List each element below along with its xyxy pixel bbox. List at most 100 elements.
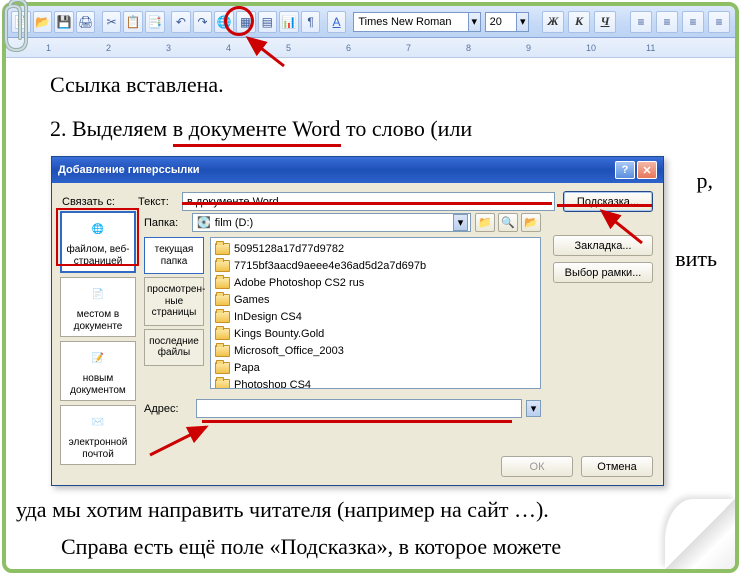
hyperlink-dialog: Добавление гиперссылки ? ✕ Связать с: Те… xyxy=(51,156,664,486)
size-selector[interactable]: 20 xyxy=(485,12,518,32)
bookmark-button[interactable]: Закладка... xyxy=(553,235,653,256)
folder-dropdown[interactable]: 💽 film (D:) ▾ xyxy=(192,213,471,232)
linkto-file-web[interactable]: 🌐 файлом, веб-страницей xyxy=(60,211,136,273)
ruler-mark: 1 xyxy=(46,43,106,53)
toolbar-btn[interactable]: 📑 xyxy=(145,11,165,33)
file-name: Games xyxy=(234,294,269,306)
toolbar-btn[interactable]: 📊 xyxy=(279,11,299,33)
address-input[interactable] xyxy=(196,399,522,418)
list-item[interactable]: Photoshop CS4 xyxy=(213,376,538,389)
ruler-mark: 10 xyxy=(586,43,646,53)
browse-file-button[interactable]: 📂 xyxy=(521,213,541,232)
help-button[interactable]: ? xyxy=(615,161,635,179)
toolbar: 📄 📂 💾 🖨 ✂ 📋 📑 ↶ ↷ 🌐 ▦ ▤ 📊 ¶ A Times New … xyxy=(6,6,735,38)
ruler-mark: 5 xyxy=(286,43,346,53)
list-item[interactable]: 5095128a17d77d9782 xyxy=(213,240,538,257)
folder-icon xyxy=(215,294,230,306)
folder-icon xyxy=(215,345,230,357)
file-name: Papa xyxy=(234,362,260,374)
address-history-drop[interactable]: ▾ xyxy=(526,400,541,417)
tab-current-folder[interactable]: текущая папка xyxy=(144,237,204,274)
linkto-label: электронной почтой xyxy=(63,437,133,460)
file-name: Microsoft_Office_2003 xyxy=(234,345,344,357)
list-item[interactable]: 7715bf3aacd9aeee4e36ad5d2a7d697b xyxy=(213,257,538,274)
folder-icon xyxy=(215,328,230,340)
list-item[interactable]: Kings Bounty.Gold xyxy=(213,325,538,342)
size-drop[interactable]: ▾ xyxy=(517,12,529,32)
display-text-input[interactable] xyxy=(182,192,555,211)
underline-button[interactable]: Ч xyxy=(594,11,616,33)
style-btn[interactable]: A xyxy=(327,11,347,33)
font-drop[interactable]: ▾ xyxy=(469,12,481,32)
annotation-underline xyxy=(202,420,512,423)
ruler-mark: 3 xyxy=(166,43,226,53)
ruler-mark: 2 xyxy=(106,43,166,53)
address-label: Адрес: xyxy=(144,403,192,415)
newdoc-icon: 📝 xyxy=(86,348,110,370)
folder-icon xyxy=(215,311,230,323)
doc-fragment: р, xyxy=(697,168,714,194)
linkto-label: Связать с: xyxy=(62,196,138,208)
screentip-button[interactable]: Подсказка... xyxy=(563,191,653,212)
bold-lbl: Ж xyxy=(548,14,559,29)
highlighted-text: в документе Word xyxy=(173,114,341,148)
italic-lbl: К xyxy=(575,14,583,29)
ok-button[interactable]: ОК xyxy=(501,456,573,477)
folder-icon xyxy=(215,277,230,289)
align-right[interactable]: ≡ xyxy=(682,11,704,33)
align-center[interactable]: ≡ xyxy=(656,11,678,33)
folder-icon xyxy=(215,260,230,272)
text-label: Текст: xyxy=(138,196,182,208)
tab-browsed-pages[interactable]: просмотрен- ные страницы xyxy=(144,277,204,326)
up-folder-button[interactable]: 📁 xyxy=(475,213,495,232)
target-frame-button[interactable]: Выбор рамки... xyxy=(553,262,653,283)
file-name: 7715bf3aacd9aeee4e36ad5d2a7d697b xyxy=(234,260,426,272)
dialog-title: Добавление гиперссылки xyxy=(58,164,613,176)
underline-lbl: Ч xyxy=(601,14,610,29)
folder-icon xyxy=(215,379,230,390)
hyperlink-button[interactable]: 🌐 xyxy=(214,11,234,33)
doc-line: Справа есть ещё поле «Подсказка», в кото… xyxy=(61,534,701,560)
list-item[interactable]: Games xyxy=(213,291,538,308)
toolbar-btn[interactable]: ¶ xyxy=(301,11,321,33)
ruler-mark: 7 xyxy=(406,43,466,53)
bold-button[interactable]: Ж xyxy=(542,11,564,33)
list-item[interactable]: Microsoft_Office_2003 xyxy=(213,342,538,359)
list-item[interactable]: Adobe Photoshop CS2 rus xyxy=(213,274,538,291)
font-name: Times New Roman xyxy=(358,16,451,28)
ruler-mark: 9 xyxy=(526,43,586,53)
dialog-titlebar[interactable]: Добавление гиперссылки ? ✕ xyxy=(52,157,663,183)
doc-line: 2. Выделяем в документе Word то слово (и… xyxy=(50,114,701,148)
paperclip-icon xyxy=(0,0,40,56)
font-selector[interactable]: Times New Roman xyxy=(353,12,469,32)
list-item[interactable]: Papa xyxy=(213,359,538,376)
browse-web-button[interactable]: 🔍 xyxy=(498,213,518,232)
toolbar-btn[interactable]: ✂ xyxy=(102,11,122,33)
toolbar-btn[interactable]: 📋 xyxy=(123,11,143,33)
toolbar-btn[interactable]: 🖨 xyxy=(76,11,96,33)
linkto-label: новым документом xyxy=(63,373,133,396)
close-button[interactable]: ✕ xyxy=(637,161,657,179)
italic-button[interactable]: К xyxy=(568,11,590,33)
file-list[interactable]: 5095128a17d77d9782 7715bf3aacd9aeee4e36a… xyxy=(210,237,541,389)
chevron-down-icon[interactable]: ▾ xyxy=(453,214,468,231)
linkto-newdoc[interactable]: 📝 новым документом xyxy=(60,341,136,401)
toolbar-btn[interactable]: ▦ xyxy=(236,11,256,33)
toolbar-btn[interactable]: ↶ xyxy=(171,11,191,33)
ruler-mark: 11 xyxy=(646,43,706,53)
cancel-button[interactable]: Отмена xyxy=(581,456,653,477)
toolbar-btn[interactable]: 💾 xyxy=(54,11,74,33)
list-item[interactable]: InDesign CS4 xyxy=(213,308,538,325)
align-justify[interactable]: ≡ xyxy=(708,11,730,33)
toolbar-btn[interactable]: ▤ xyxy=(258,11,278,33)
document-body[interactable]: Ссылка вставлена. 2. Выделяем в документ… xyxy=(6,58,735,147)
file-name: Adobe Photoshop CS2 rus xyxy=(234,277,364,289)
linkto-place[interactable]: 📄 местом в документе xyxy=(60,277,136,337)
align-left[interactable]: ≡ xyxy=(630,11,652,33)
linkto-email[interactable]: ✉️ электронной почтой xyxy=(60,405,136,465)
tab-recent-files[interactable]: последние файлы xyxy=(144,329,204,366)
ruler-mark: 6 xyxy=(346,43,406,53)
ruler-mark: 4 xyxy=(226,43,286,53)
toolbar-btn[interactable]: ↷ xyxy=(193,11,213,33)
folder-icon xyxy=(215,362,230,374)
